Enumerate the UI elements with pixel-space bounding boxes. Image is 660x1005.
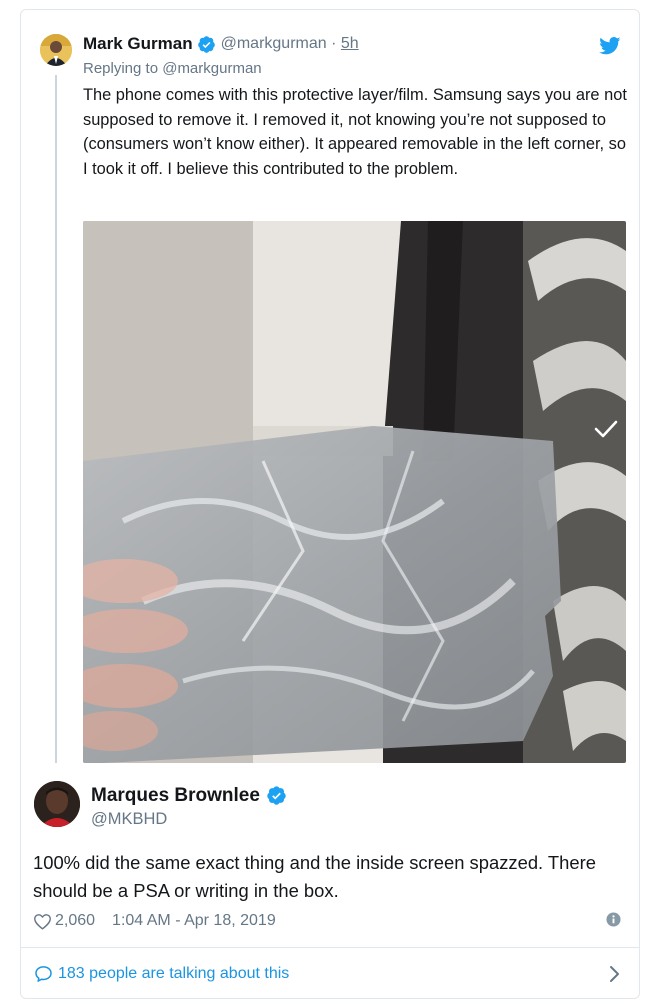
main-tweet-text: 100% did the same exact thing and the in… (33, 852, 596, 901)
verified-badge-icon (197, 35, 215, 53)
author-handle[interactable]: @MKBHD (91, 810, 167, 829)
avatar[interactable] (40, 34, 72, 66)
tweet-photo[interactable] (83, 221, 626, 763)
parent-tweet-text: The phone comes with this protective lay… (83, 86, 627, 178)
info-icon[interactable] (606, 912, 621, 927)
speech-bubble-icon (35, 966, 52, 982)
tweet-meta: 2,060 1:04 AM - Apr 18, 2019 (33, 910, 276, 932)
replying-to-label[interactable]: Replying to @markgurman (83, 60, 262, 77)
like-count[interactable]: 2,060 (55, 912, 95, 930)
embedded-tweet-card: Mark Gurman @markgurman · 5h Replying to … (20, 9, 640, 999)
twitter-bird-icon[interactable] (599, 37, 621, 55)
author-name[interactable]: Marques Brownlee (91, 785, 292, 807)
author-handle[interactable]: @markgurman (221, 35, 327, 52)
tweet-header: Mark Gurman @markgurman · 5h (83, 34, 359, 56)
checkmark-icon (594, 420, 618, 438)
verified-badge-icon (267, 786, 286, 806)
author-name[interactable]: Mark Gurman (83, 34, 193, 53)
talking-label: 183 people are talking about this (58, 965, 290, 982)
tweet-timestamp[interactable]: 1:04 AM - Apr 18, 2019 (112, 912, 276, 930)
divider (21, 947, 639, 948)
heart-icon[interactable] (33, 913, 52, 930)
thread-connector-line (55, 75, 57, 763)
avatar[interactable] (34, 781, 80, 827)
tweet-time-link[interactable]: 5h (341, 35, 359, 52)
conversation-link[interactable]: 183 people are talking about this (34, 962, 289, 986)
chevron-right-icon[interactable] (609, 965, 621, 983)
separator-dot: · (331, 35, 337, 52)
